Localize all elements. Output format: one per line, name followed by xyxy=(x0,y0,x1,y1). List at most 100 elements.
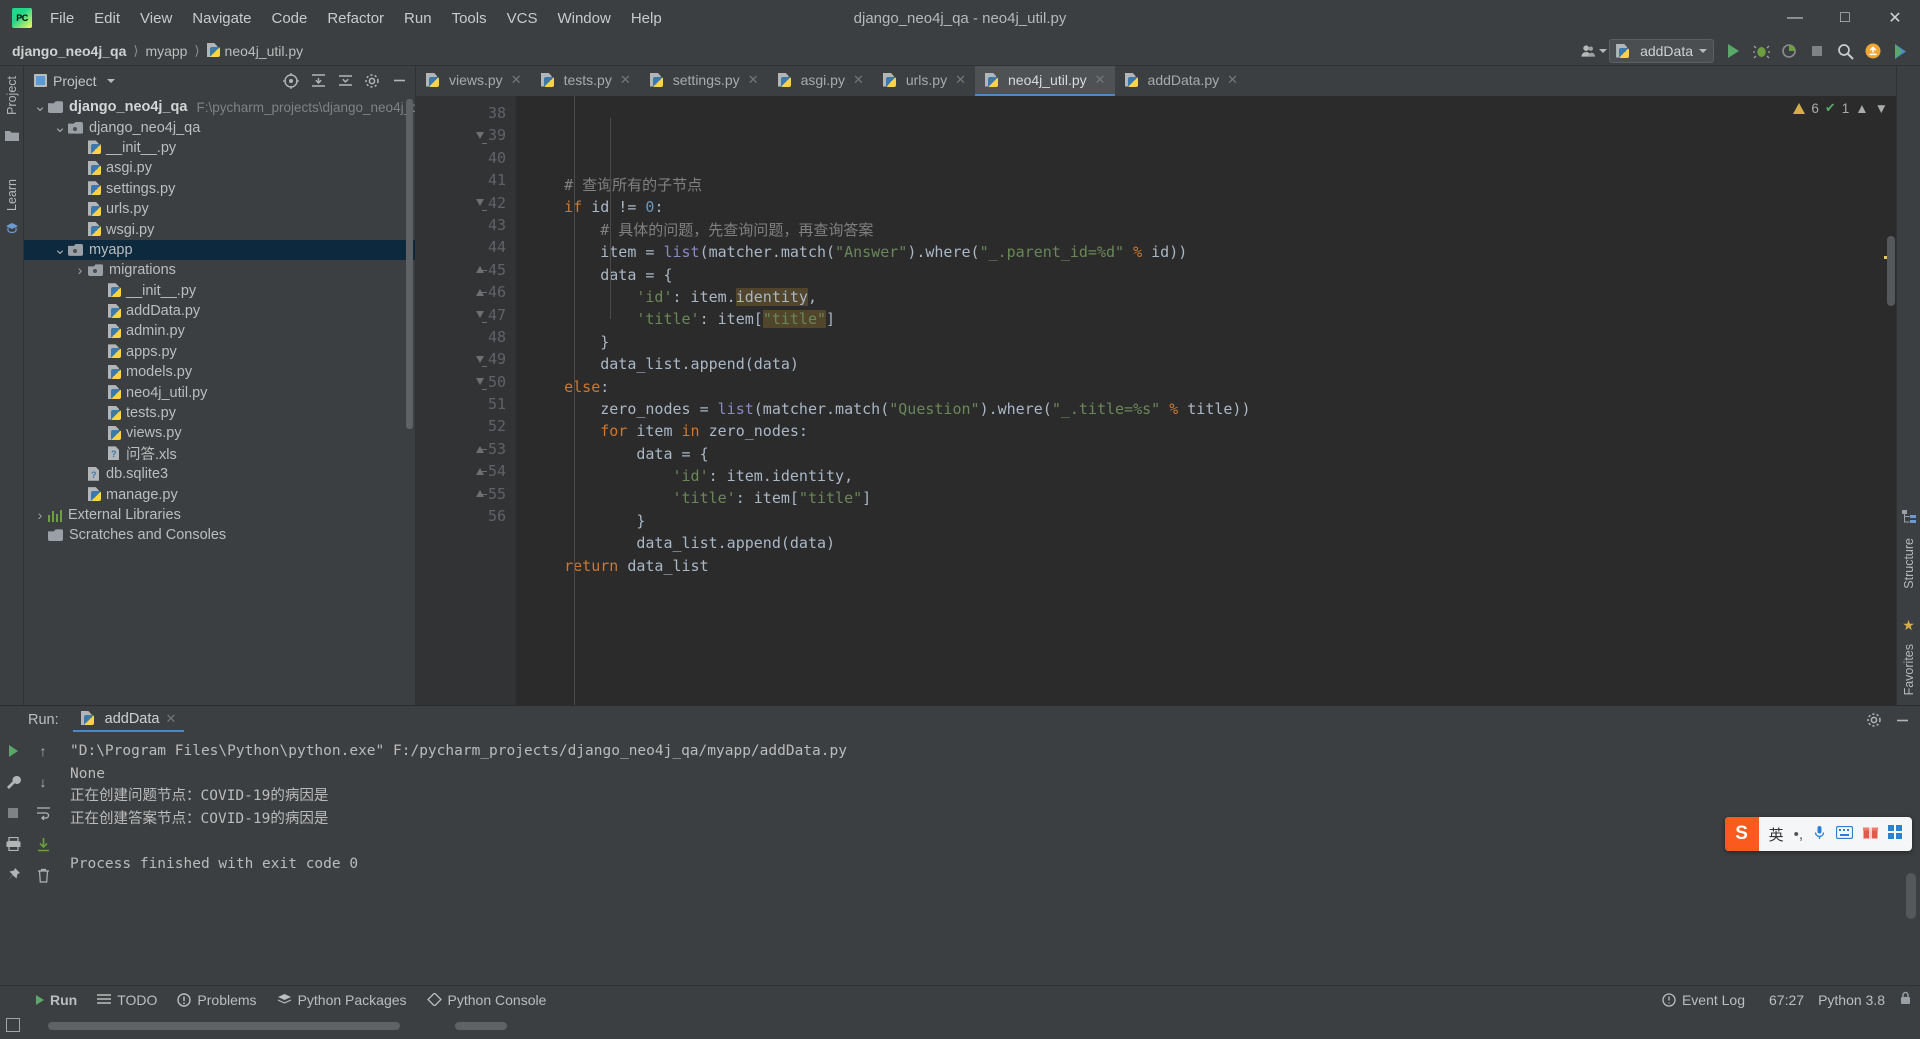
code-line[interactable]: return data_list xyxy=(528,555,1796,577)
code-line[interactable]: 'id': item.identity, xyxy=(528,286,1796,308)
fold-marker[interactable] xyxy=(472,438,488,460)
fold-marker[interactable] xyxy=(472,460,488,482)
code-line[interactable]: if id != 0: xyxy=(528,196,1796,218)
close-icon[interactable]: ✕ xyxy=(853,72,864,88)
play-icon[interactable] xyxy=(1888,39,1914,63)
code-line[interactable]: 'title': item["title"] xyxy=(528,487,1796,509)
run-tab-addData[interactable]: addData ✕ xyxy=(72,709,185,732)
tree-item[interactable]: __init__.py xyxy=(24,281,415,301)
code-line[interactable]: data = { xyxy=(528,264,1796,286)
breadcrumb-file[interactable]: neo4j_util.py xyxy=(225,43,304,59)
menu-tools[interactable]: Tools xyxy=(442,7,497,30)
close-icon[interactable]: ✕ xyxy=(748,72,759,88)
stop-button[interactable] xyxy=(2,802,24,824)
tool-window-structure[interactable]: Structure xyxy=(1902,532,1916,595)
print-icon[interactable] xyxy=(2,833,24,855)
menu-view[interactable]: View xyxy=(130,7,182,30)
run-with-coverage-button[interactable] xyxy=(1776,39,1802,63)
chevron-down-icon[interactable]: ⌄ xyxy=(52,120,68,135)
code-line[interactable]: else: xyxy=(528,376,1796,398)
tool-window-project[interactable]: Project xyxy=(5,70,19,121)
editor-tab-neo4j_util-py[interactable]: neo4j_util.py ✕ xyxy=(975,66,1115,96)
menu-code[interactable]: Code xyxy=(261,7,317,30)
breadcrumb-module[interactable]: myapp xyxy=(145,43,187,59)
run-button[interactable] xyxy=(1720,39,1746,63)
gift-icon[interactable] xyxy=(1863,825,1878,843)
settings-wrench-icon[interactable] xyxy=(2,771,24,793)
scroll-up-button[interactable]: ↑ xyxy=(32,740,54,762)
code-line[interactable] xyxy=(528,577,1796,599)
menu-run[interactable]: Run xyxy=(394,7,442,30)
project-scrollbar[interactable] xyxy=(406,99,413,429)
lock-icon[interactable] xyxy=(1899,991,1912,1008)
menu-window[interactable]: Window xyxy=(547,7,620,30)
code-viewport[interactable]: 38 39 40 41 42 43 44 45 46 47 48 49 50 51 52 53 54 55 56 #… xyxy=(416,96,1896,705)
editor-tab-addData-py[interactable]: addData.py ✕ xyxy=(1115,66,1248,96)
code-line[interactable]: zero_nodes = list(matcher.match("Questio… xyxy=(528,398,1796,420)
status-bar-python-console[interactable]: Python Console xyxy=(417,990,557,1010)
fold-marker[interactable] xyxy=(472,281,488,303)
source-code[interactable]: # 查询所有的子节点 if id != 0: # 具体的问题，先查询问题，再查询… xyxy=(516,96,1796,705)
next-problem-icon[interactable]: ▼ xyxy=(1875,101,1888,116)
trash-icon[interactable] xyxy=(32,864,54,886)
close-icon[interactable]: ✕ xyxy=(1227,72,1238,88)
tree-item[interactable]: db.sqlite3 xyxy=(24,464,415,484)
sogou-logo-icon[interactable]: S xyxy=(1724,817,1759,851)
menu-navigate[interactable]: Navigate xyxy=(182,7,261,30)
fold-marker[interactable] xyxy=(472,259,488,281)
event-log-button[interactable]: Event Log xyxy=(1652,990,1755,1010)
ime-toolbar[interactable]: S 英 •, xyxy=(1724,817,1912,851)
menu-edit[interactable]: Edit xyxy=(84,7,130,30)
editor-tab-tests-py[interactable]: tests.py ✕ xyxy=(531,66,640,96)
close-button[interactable]: ✕ xyxy=(1870,0,1920,36)
fold-marker[interactable] xyxy=(472,483,488,505)
inspection-widget[interactable]: 6 ✔ 1 ▲ ▼ xyxy=(1793,100,1888,116)
fold-marker[interactable] xyxy=(472,124,488,146)
close-icon[interactable]: ✕ xyxy=(620,72,631,88)
status-bar-problems[interactable]: Problems xyxy=(167,990,266,1010)
menu-help[interactable]: Help xyxy=(621,7,672,30)
layout-toggle-icon[interactable] xyxy=(6,1018,20,1032)
pin-icon[interactable] xyxy=(2,864,24,886)
search-icon[interactable] xyxy=(1832,39,1858,63)
update-icon[interactable] xyxy=(1860,39,1886,63)
chevron-right-icon[interactable]: › xyxy=(72,262,88,278)
chevron-down-icon[interactable]: ⌄ xyxy=(32,99,48,114)
tree-item[interactable]: tests.py xyxy=(24,403,415,423)
menu-file[interactable]: File xyxy=(40,7,84,30)
chevron-down-icon[interactable] xyxy=(106,78,115,83)
tree-item[interactable]: › migrations xyxy=(24,260,415,280)
debug-button[interactable] xyxy=(1748,39,1774,63)
caret-position[interactable]: 67:27 xyxy=(1769,992,1804,1008)
tree-item[interactable]: __init__.py xyxy=(24,138,415,158)
comma-icon[interactable]: •, xyxy=(1794,826,1803,843)
tree-item[interactable]: addData.py xyxy=(24,301,415,321)
status-bar-python-packages[interactable]: Python Packages xyxy=(267,990,417,1010)
gear-icon[interactable] xyxy=(1862,709,1886,731)
breadcrumb-project[interactable]: django_neo4j_qa xyxy=(12,43,126,59)
soft-wrap-icon[interactable] xyxy=(32,802,54,824)
python-interpreter[interactable]: Python 3.8 xyxy=(1818,992,1885,1008)
tree-item[interactable]: Scratches and Consoles xyxy=(24,525,415,545)
side-rail-scrollbar[interactable] xyxy=(1906,873,1916,919)
code-folding-column[interactable] xyxy=(472,102,488,527)
tree-item[interactable]: › External Libraries xyxy=(24,505,415,525)
code-line[interactable]: data_list.append(data) xyxy=(528,353,1796,375)
close-icon[interactable]: ✕ xyxy=(165,711,176,727)
project-tree[interactable]: ⌄ django_neo4j_qa F:\pycharm_projects\djan… xyxy=(24,95,415,705)
tree-item[interactable]: wsgi.py xyxy=(24,219,415,239)
target-icon[interactable] xyxy=(279,70,303,92)
mic-icon[interactable] xyxy=(1813,825,1826,844)
status-bar-todo[interactable]: TODO xyxy=(87,990,167,1010)
horizontal-scrollbar-secondary[interactable] xyxy=(455,1022,507,1030)
tree-item[interactable]: urls.py xyxy=(24,199,415,219)
tree-item[interactable]: apps.py xyxy=(24,342,415,362)
maximize-button[interactable]: □ xyxy=(1820,0,1870,36)
editor-tab-settings-py[interactable]: settings.py ✕ xyxy=(640,66,768,96)
collapse-icon[interactable] xyxy=(306,70,330,92)
tree-item[interactable]: ⌄ django_neo4j_qa xyxy=(24,117,415,137)
menu-vcs[interactable]: VCS xyxy=(497,7,548,30)
editor-vertical-scrollbar[interactable] xyxy=(1887,236,1895,306)
code-line[interactable]: 'id': item.identity, xyxy=(528,465,1796,487)
tree-item[interactable]: ⌄ myapp xyxy=(24,239,415,261)
